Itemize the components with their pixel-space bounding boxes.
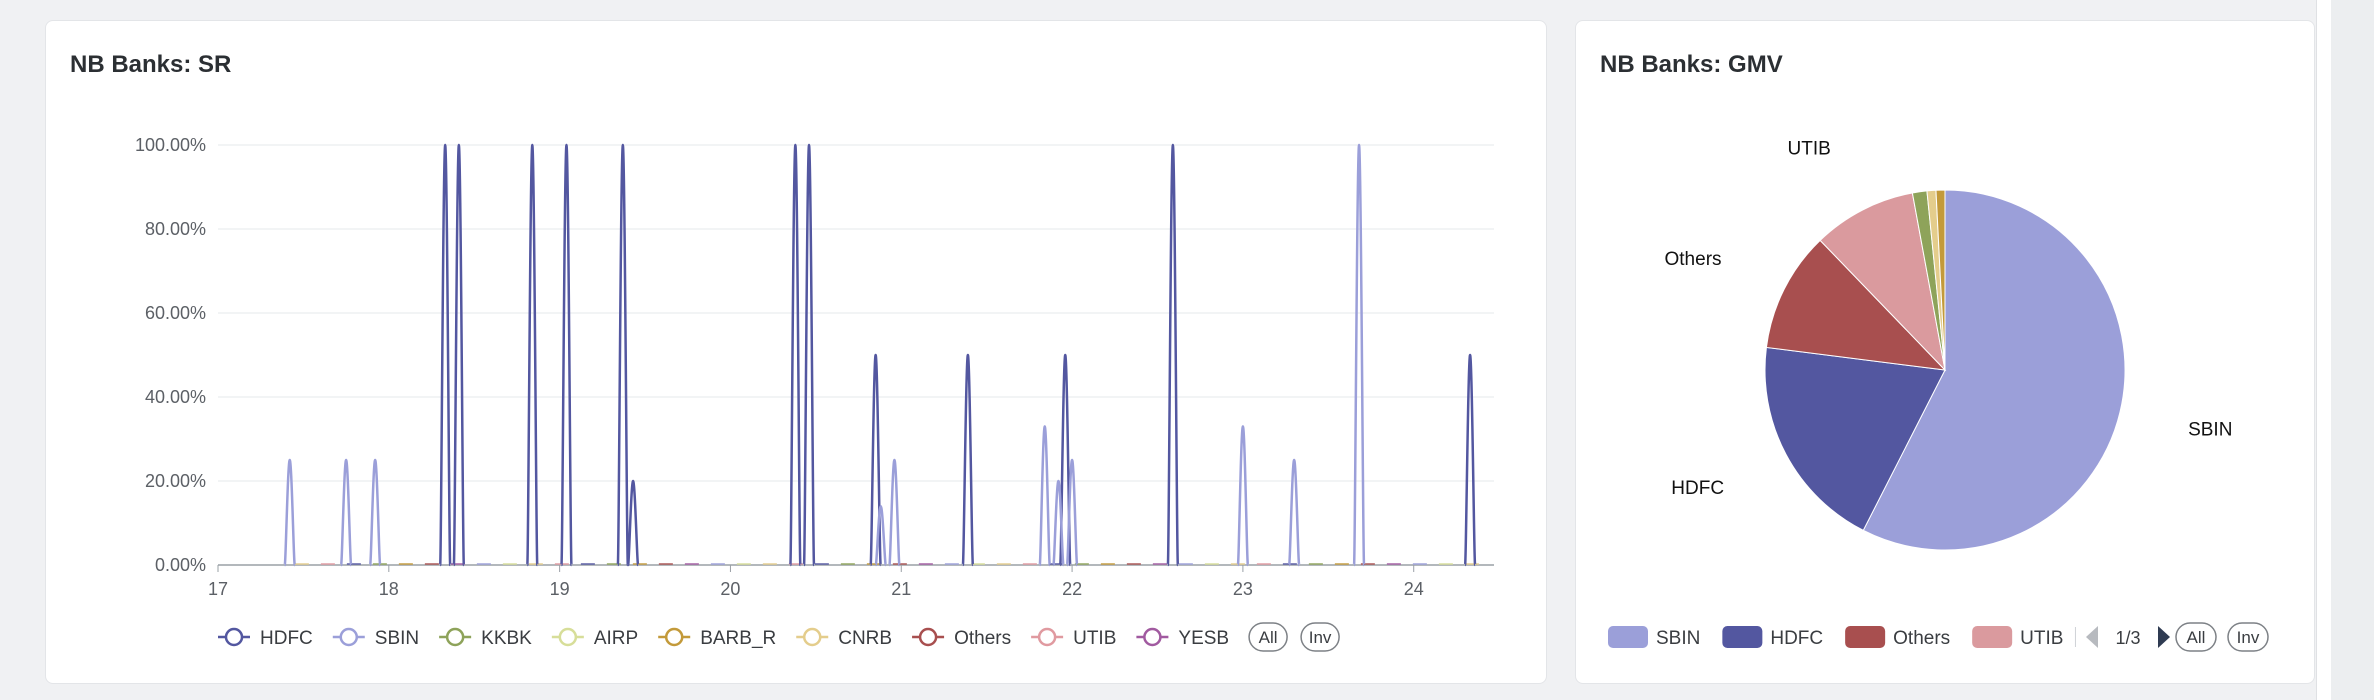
series-spike xyxy=(1038,425,1051,567)
y-tick-label: 60.00% xyxy=(145,303,206,323)
legend-label: YESB xyxy=(1178,628,1229,649)
legend-marker xyxy=(339,627,359,647)
series-spike xyxy=(802,143,816,567)
legend-pill-text: All xyxy=(1259,628,1278,647)
gmv-pie-chart: SBIN HDFC Others UTIB SBIN HDFC Others UTIB 1/3 A… xyxy=(1608,139,2269,652)
legend-label: SBIN xyxy=(1656,628,1700,649)
legend-pill-text: Inv xyxy=(2237,628,2260,647)
x-tick-label: 17 xyxy=(208,579,228,599)
legend-swatch xyxy=(1722,626,1763,648)
legend-all-button[interactable]: All xyxy=(2175,622,2217,652)
legend-item-utib[interactable]: UTIB xyxy=(1031,627,1116,649)
series-spike xyxy=(1352,143,1366,567)
sr-line-chart: 0.00% 20.00% 40.00% 60.00% 80.00% 100.00% 17 18… xyxy=(135,135,1494,652)
series-spike xyxy=(1166,143,1180,567)
legend-label: AIRP xyxy=(594,628,638,649)
legend-item-sbin[interactable]: SBIN xyxy=(1608,626,1700,649)
legend-label: KKBK xyxy=(481,628,532,649)
legend-item-hdfc[interactable]: HDFC xyxy=(218,627,313,649)
x-tick-label: 20 xyxy=(720,579,740,599)
x-tick-label: 24 xyxy=(1404,579,1424,599)
y-tick-label: 40.00% xyxy=(145,387,206,407)
legend-marker xyxy=(1143,627,1162,647)
legend-label: UTIB xyxy=(1073,628,1116,649)
x-tick-label: 23 xyxy=(1233,579,1253,599)
series-spike xyxy=(1236,425,1250,567)
series-spike xyxy=(616,143,630,567)
legend-label: UTIB xyxy=(2020,628,2063,649)
y-tick-label: 0.00% xyxy=(155,555,206,575)
x-tick-label: 19 xyxy=(550,579,570,599)
legend-label: HDFC xyxy=(1770,628,1823,649)
legend-item-others[interactable]: Others xyxy=(1845,626,1950,649)
series-spike xyxy=(789,143,802,567)
legend-item-yesb[interactable]: YESB xyxy=(1136,627,1229,649)
legend-item-hdfc[interactable]: HDFC xyxy=(1722,626,1823,649)
series-spike xyxy=(560,143,573,567)
legend-swatch xyxy=(1972,626,2013,648)
pie-label-utib: UTIB xyxy=(1788,139,1831,160)
legend-item-airp[interactable]: AIRP xyxy=(551,627,638,649)
legend-item-others[interactable]: Others xyxy=(912,627,1011,649)
legend-label: BARB_R xyxy=(700,628,776,649)
sr-chart-panel: NB Banks: SR 0.00% 20.00% 40.00% 60.00% 80.0… xyxy=(45,20,1547,684)
legend-inv-button[interactable]: Inv xyxy=(1300,622,1340,652)
gmv-chart-panel: NB Banks: GMV SBIN HDFC Others UTIB SBIN HDFC… xyxy=(1575,20,2315,684)
legend-item-utib[interactable]: UTIB xyxy=(1972,626,2063,649)
series-spike xyxy=(1463,353,1477,567)
legend-marker xyxy=(445,627,465,647)
legend-label: CNRB xyxy=(838,628,892,649)
x-tick-label: 22 xyxy=(1062,579,1082,599)
pie-label-others: Others xyxy=(1665,249,1722,270)
y-tick-label: 80.00% xyxy=(145,219,206,239)
series-spike xyxy=(438,143,452,567)
legend-inv-button[interactable]: Inv xyxy=(2227,622,2269,652)
y-tick-label: 20.00% xyxy=(145,471,206,491)
legend-label: Others xyxy=(1893,628,1950,649)
pie-label-hdfc: HDFC xyxy=(1671,478,1724,499)
legend-item-barb-r[interactable]: BARB_R xyxy=(658,627,776,649)
legend-next-icon[interactable] xyxy=(2158,626,2170,648)
y-tick-label: 100.00% xyxy=(135,135,206,155)
legend-marker xyxy=(664,627,684,647)
legend-item-kkbk[interactable]: KKBK xyxy=(439,627,532,649)
series-spike xyxy=(1287,458,1301,567)
series-spike xyxy=(283,458,296,567)
pie-label-sbin: SBIN xyxy=(2188,419,2232,440)
legend-all-button[interactable]: All xyxy=(1248,622,1288,652)
legend-item-cnrb[interactable]: CNRB xyxy=(796,627,892,649)
legend-marker xyxy=(224,627,244,647)
legend-pill-text: Inv xyxy=(1309,628,1332,647)
legend-prev-icon[interactable] xyxy=(2086,626,2098,648)
legend-swatch xyxy=(1608,626,1648,648)
page-scrollbar[interactable] xyxy=(2316,0,2374,700)
series-spike xyxy=(452,143,466,567)
legend-marker xyxy=(918,627,938,647)
legend-label: SBIN xyxy=(375,628,419,649)
series-spike xyxy=(526,143,539,567)
legend-marker xyxy=(558,627,578,647)
series-spike xyxy=(961,353,975,567)
series-spike xyxy=(339,458,353,567)
series-spike xyxy=(888,458,901,567)
legend-item-sbin[interactable]: SBIN xyxy=(332,627,419,649)
legend-swatch xyxy=(1845,626,1886,648)
legend-marker xyxy=(802,627,822,647)
scrollbar-track[interactable] xyxy=(2316,0,2331,700)
legend-pill-text: All xyxy=(2187,628,2206,647)
series-spike xyxy=(368,458,382,567)
x-tick-label: 18 xyxy=(379,579,399,599)
legend-page-indicator: 1/3 xyxy=(2115,628,2140,648)
x-tick-label: 21 xyxy=(891,579,911,599)
legend-label: HDFC xyxy=(260,628,313,649)
legend-marker xyxy=(1037,627,1057,647)
series-spike xyxy=(626,479,640,567)
series-hdfc xyxy=(438,143,1477,567)
legend-label: Others xyxy=(954,628,1011,649)
